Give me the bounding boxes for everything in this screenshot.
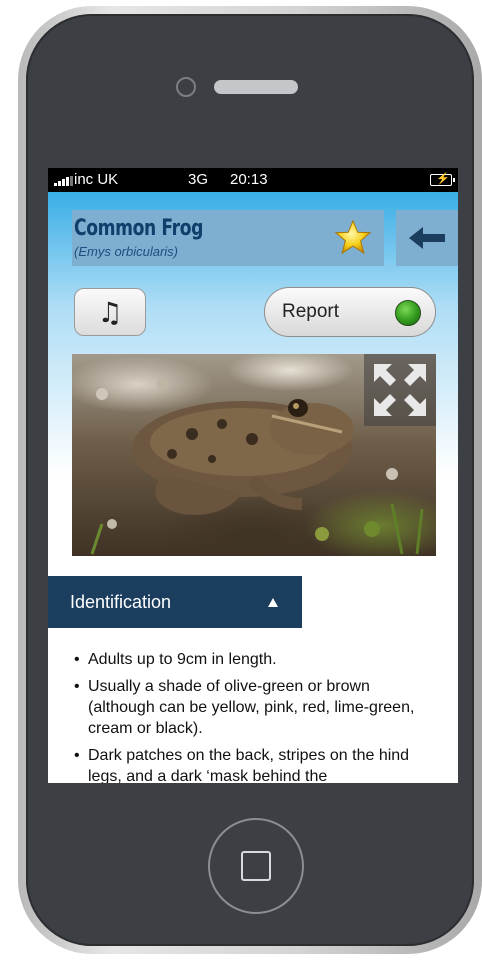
music-note-icon: ♫: [97, 295, 123, 329]
list-item: Usually a shade of olive-green or brown …: [74, 676, 424, 739]
front-camera: [176, 77, 196, 97]
back-arrow-icon: [409, 227, 445, 249]
battery-icon: ⚡: [430, 173, 455, 186]
report-button[interactable]: Report: [264, 287, 436, 337]
species-latin-name: (Emys orbicularis): [74, 244, 179, 259]
identification-section-header[interactable]: Identification: [48, 576, 302, 628]
back-button[interactable]: [396, 210, 458, 266]
home-square-icon: [241, 851, 271, 881]
report-status-light: [395, 300, 421, 326]
collapse-triangle-icon: [268, 598, 278, 607]
signal-strength-icon: [54, 176, 74, 186]
list-item: Adults up to 9cm in length.: [74, 649, 424, 670]
network-type: 3G: [188, 171, 209, 188]
species-common-name: Common Frog: [74, 216, 204, 241]
species-title-bar: Common Frog (Emys orbicularis): [72, 210, 384, 266]
clock: 20:13: [230, 171, 268, 188]
identification-list: Adults up to 9cm in length. Usually a sh…: [74, 649, 424, 783]
star-icon[interactable]: [334, 218, 372, 256]
list-item: Dark patches on the back, stripes on the…: [74, 745, 424, 783]
section-title: Identification: [70, 592, 172, 612]
species-photo[interactable]: [72, 354, 436, 556]
carrier-name: inc UK: [74, 171, 119, 188]
earpiece-speaker: [214, 80, 298, 94]
expand-icon: [374, 364, 426, 416]
status-bar: inc UK 3G 20:13 ⚡: [48, 168, 458, 192]
report-label: Report: [282, 301, 340, 322]
expand-photo-button[interactable]: [364, 354, 436, 426]
home-button[interactable]: [208, 818, 304, 914]
audio-button[interactable]: ♫: [74, 288, 146, 336]
app-screen: inc UK 3G 20:13 ⚡ Common Frog (Emys orbi…: [48, 168, 458, 783]
